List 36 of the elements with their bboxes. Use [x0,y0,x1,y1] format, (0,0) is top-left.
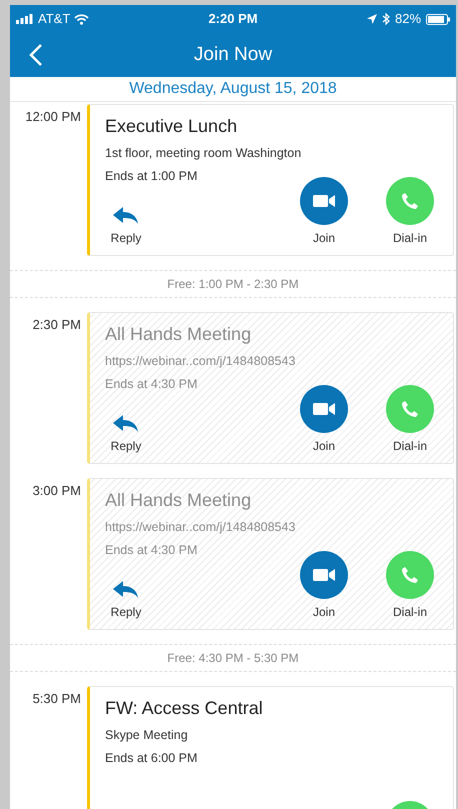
event-detail: Skype Meeting [105,727,189,744]
event-time: 5:30 PM [32,690,82,708]
screen-title: Join Now [194,42,272,67]
event-title: FW: Access Central [105,697,264,720]
event-detail: https://webinar..com/j/1484808543 [105,519,296,536]
date-heading: Wednesday, August 15, 2018 [129,79,337,99]
free-time-label: Free: 1:00 PM - 2:30 PM [167,276,299,293]
reply-button[interactable]: Reply [104,581,148,621]
event-time: 2:30 PM [32,316,82,334]
free-time-label: Free: 4:30 PM - 5:30 PM [167,650,299,667]
event-detail: Ends at 4:30 PM [105,542,198,559]
event-time: 3:00 PM [32,482,82,500]
event-detail: 1st floor, meeting room Washington [105,145,302,162]
event-detail: Ends at 1:00 PM [105,168,198,185]
join-button[interactable]: Join [289,551,359,621]
reply-button[interactable]: Reply [104,415,148,455]
status-time: 2:20 PM [208,10,258,28]
join-button[interactable]: Join [289,385,359,455]
dial-in-button[interactable]: Dial-in [375,551,445,621]
join-button[interactable]: Join [289,177,359,247]
dial-in-button[interactable]: Dial-in [375,177,445,247]
reply-button[interactable]: Reply [104,207,148,247]
event-card[interactable]: Executive Lunch 1st floor, meeting room Washington Ends at 1:00 PM Reply Join Dial-in [87,104,454,256]
battery-percent: 82% [394,10,422,28]
event-title: All Hands Meeting [105,323,252,346]
event-title: All Hands Meeting [105,489,252,512]
event-detail: Ends at 6:00 PM [105,750,198,767]
event-time: 12:00 PM [24,108,82,126]
event-card[interactable]: All Hands Meeting https://webinar..com/j/1484808543 Ends at 4:30 PM Reply Join Dial-in [87,478,454,630]
carrier-name: AT&T [38,10,70,28]
dial-in-button[interactable]: Dial-in [375,385,445,455]
event-title: Executive Lunch [105,115,238,138]
event-detail: https://webinar..com/j/1484808543 [105,353,296,370]
event-detail: Ends at 4:30 PM [105,376,198,393]
event-card[interactable]: All Hands Meeting https://webinar..com/j/1484808543 Ends at 4:30 PM Reply Join Dial-in [87,312,454,464]
event-card[interactable]: FW: Access Central Skype Meeting Ends at 6:00 PM [87,686,454,809]
